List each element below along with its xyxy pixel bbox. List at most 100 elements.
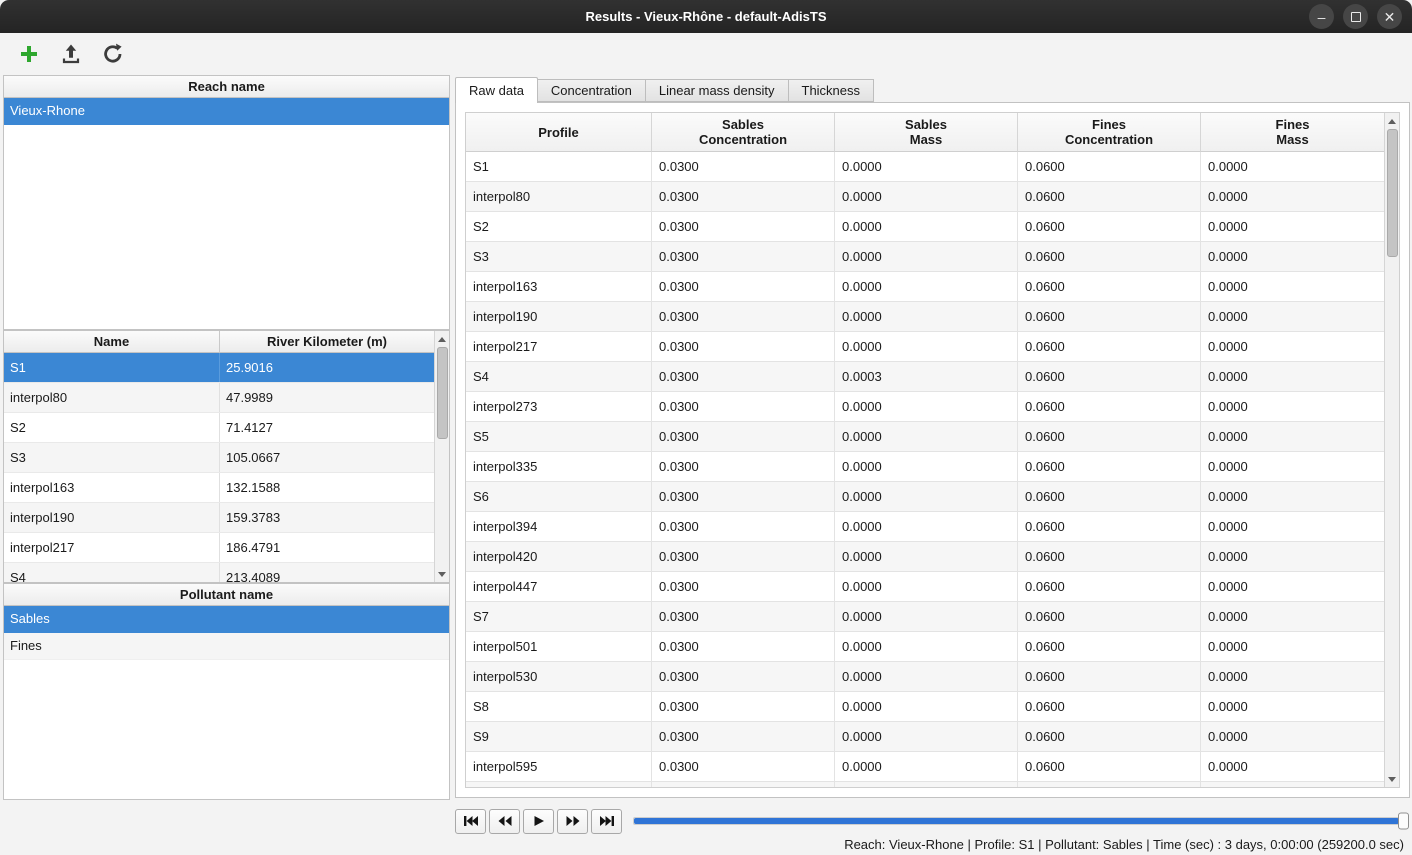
- profile-row[interactable]: interpol8047.9989: [4, 383, 434, 413]
- table-cell[interactable]: 0.0000: [835, 152, 1018, 181]
- results-column-header[interactable]: SablesConcentration: [652, 113, 835, 152]
- profile-rk-cell[interactable]: 25.9016: [220, 353, 434, 382]
- profile-name-cell[interactable]: S2: [4, 413, 220, 442]
- table-cell[interactable]: 0.0000: [1201, 632, 1384, 661]
- table-cell[interactable]: 0.0300: [652, 662, 835, 691]
- table-row[interactable]: S60.03000.00000.06000.0000: [466, 482, 1384, 512]
- table-row[interactable]: interpol5950.03000.00000.06000.0000: [466, 752, 1384, 782]
- add-button[interactable]: [14, 39, 44, 69]
- table-cell[interactable]: interpol273: [466, 392, 652, 421]
- profile-rk-cell[interactable]: 159.3783: [220, 503, 434, 532]
- table-row[interactable]: S90.03000.00000.06000.0000: [466, 722, 1384, 752]
- table-row[interactable]: S40.03000.00030.06000.0000: [466, 362, 1384, 392]
- table-cell[interactable]: 0.0000: [835, 422, 1018, 451]
- table-cell[interactable]: 0.0000: [835, 272, 1018, 301]
- table-cell[interactable]: 0.0000: [835, 542, 1018, 571]
- table-cell[interactable]: 0.0000: [1201, 332, 1384, 361]
- table-row[interactable]: S20.03000.00000.06000.0000: [466, 212, 1384, 242]
- export-button[interactable]: [56, 39, 86, 69]
- table-cell[interactable]: 0.0600: [1018, 182, 1201, 211]
- table-cell[interactable]: 0.0300: [652, 602, 835, 631]
- table-cell[interactable]: S8: [466, 692, 652, 721]
- profile-row[interactable]: S3105.0667: [4, 443, 434, 473]
- results-column-header[interactable]: FinesConcentration: [1018, 113, 1201, 152]
- table-cell[interactable]: 0.0000: [835, 482, 1018, 511]
- table-cell[interactable]: 0.0300: [652, 272, 835, 301]
- profile-name-cell[interactable]: S3: [4, 443, 220, 472]
- table-cell[interactable]: 0.0600: [1018, 272, 1201, 301]
- profile-name-cell[interactable]: interpol80: [4, 383, 220, 412]
- scroll-up-arrow[interactable]: [435, 332, 449, 346]
- results-column-header[interactable]: Profile: [466, 113, 652, 152]
- table-cell[interactable]: 0.0600: [1018, 752, 1201, 781]
- play-button[interactable]: [523, 809, 554, 834]
- table-cell[interactable]: S3: [466, 242, 652, 271]
- table-row[interactable]: interpol1900.03000.00000.06000.0000: [466, 302, 1384, 332]
- table-row[interactable]: interpol800.03000.00000.06000.0000: [466, 182, 1384, 212]
- table-cell[interactable]: 0.0000: [835, 182, 1018, 211]
- profile-rk-cell[interactable]: 47.9989: [220, 383, 434, 412]
- scrollbar-thumb[interactable]: [1387, 129, 1398, 257]
- table-cell[interactable]: 0.0000: [835, 602, 1018, 631]
- table-cell[interactable]: 0.0000: [1201, 182, 1384, 211]
- refresh-button[interactable]: [98, 39, 128, 69]
- table-row[interactable]: S100.03000.00000.06000.0000: [466, 782, 1384, 787]
- profile-rk-cell[interactable]: 71.4127: [220, 413, 434, 442]
- table-cell[interactable]: 0.0000: [1201, 152, 1384, 181]
- table-cell[interactable]: 0.0300: [652, 752, 835, 781]
- table-cell[interactable]: 0.0600: [1018, 512, 1201, 541]
- profile-row[interactable]: interpol163132.1588: [4, 473, 434, 503]
- table-cell[interactable]: 0.0000: [835, 512, 1018, 541]
- tab-thickness[interactable]: Thickness: [789, 79, 875, 102]
- table-cell[interactable]: 0.0300: [652, 422, 835, 451]
- table-cell[interactable]: 0.0000: [1201, 752, 1384, 781]
- table-cell[interactable]: 0.0000: [835, 782, 1018, 787]
- table-cell[interactable]: 0.0300: [652, 482, 835, 511]
- profile-name-cell[interactable]: S4: [4, 563, 220, 582]
- table-cell[interactable]: interpol420: [466, 542, 652, 571]
- table-cell[interactable]: 0.0000: [1201, 512, 1384, 541]
- pollutant-list-item[interactable]: Fines: [4, 633, 449, 660]
- table-cell[interactable]: 0.0000: [1201, 542, 1384, 571]
- table-cell[interactable]: 0.0003: [835, 362, 1018, 391]
- table-cell[interactable]: 0.0300: [652, 212, 835, 241]
- table-cell[interactable]: 0.0300: [652, 182, 835, 211]
- table-cell[interactable]: 0.0300: [652, 572, 835, 601]
- table-cell[interactable]: S10: [466, 782, 652, 787]
- table-cell[interactable]: 0.0600: [1018, 362, 1201, 391]
- table-cell[interactable]: interpol335: [466, 452, 652, 481]
- table-cell[interactable]: 0.0000: [1201, 602, 1384, 631]
- table-row[interactable]: interpol3350.03000.00000.06000.0000: [466, 452, 1384, 482]
- table-cell[interactable]: interpol530: [466, 662, 652, 691]
- table-cell[interactable]: 0.0000: [835, 212, 1018, 241]
- close-button[interactable]: ✕: [1377, 4, 1402, 29]
- profile-rk-cell[interactable]: 132.1588: [220, 473, 434, 502]
- table-cell[interactable]: S7: [466, 602, 652, 631]
- table-cell[interactable]: 0.0000: [1201, 482, 1384, 511]
- tab-linear-mass-density[interactable]: Linear mass density: [646, 79, 789, 102]
- table-cell[interactable]: 0.0000: [1201, 212, 1384, 241]
- minimize-button[interactable]: –: [1309, 4, 1334, 29]
- table-cell[interactable]: 0.0000: [1201, 272, 1384, 301]
- table-row[interactable]: interpol2170.03000.00000.06000.0000: [466, 332, 1384, 362]
- table-cell[interactable]: 0.0300: [652, 692, 835, 721]
- profile-column-header[interactable]: River Kilometer (m): [220, 331, 434, 353]
- table-row[interactable]: interpol2730.03000.00000.06000.0000: [466, 392, 1384, 422]
- profile-row[interactable]: S4213.4089: [4, 563, 434, 582]
- table-row[interactable]: S30.03000.00000.06000.0000: [466, 242, 1384, 272]
- table-cell[interactable]: 0.0600: [1018, 632, 1201, 661]
- profile-rk-cell[interactable]: 213.4089: [220, 563, 434, 582]
- pollutant-list-item[interactable]: Sables: [4, 606, 449, 633]
- table-cell[interactable]: 0.0300: [652, 152, 835, 181]
- table-cell[interactable]: 0.0300: [652, 392, 835, 421]
- profile-rk-cell[interactable]: 186.4791: [220, 533, 434, 562]
- table-cell[interactable]: interpol595: [466, 752, 652, 781]
- table-row[interactable]: interpol4470.03000.00000.06000.0000: [466, 572, 1384, 602]
- profile-row[interactable]: interpol217186.4791: [4, 533, 434, 563]
- table-cell[interactable]: 0.0000: [1201, 692, 1384, 721]
- table-cell[interactable]: S1: [466, 152, 652, 181]
- profile-name-cell[interactable]: interpol190: [4, 503, 220, 532]
- table-cell[interactable]: 0.0000: [1201, 242, 1384, 271]
- results-column-header[interactable]: FinesMass: [1201, 113, 1384, 152]
- table-cell[interactable]: 0.0000: [835, 662, 1018, 691]
